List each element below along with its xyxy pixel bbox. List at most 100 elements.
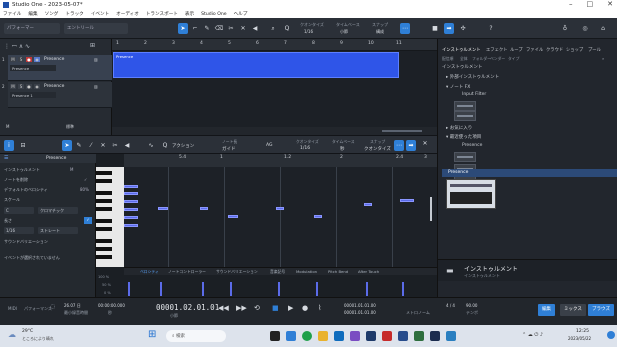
editor-snap-toggle-icon[interactable]: ⋯ xyxy=(394,140,404,151)
metronome-label[interactable]: メトロノーム xyxy=(406,310,430,316)
velocity-bar[interactable] xyxy=(128,282,130,296)
menu-edit[interactable]: 編集 xyxy=(28,11,37,17)
mute-tool-icon[interactable]: ✕ xyxy=(238,23,248,34)
mail-icon[interactable] xyxy=(334,331,344,341)
midi-note[interactable] xyxy=(158,207,168,210)
ag-toggle[interactable]: AG xyxy=(266,143,273,148)
split-tool-icon[interactable]: ✂ xyxy=(226,23,236,34)
punch-icon[interactable]: ⌇ xyxy=(318,304,321,312)
velocity-bar[interactable] xyxy=(278,282,280,296)
editor-listen-icon[interactable]: ◀ xyxy=(122,140,132,151)
inspector-toggle-icon[interactable]: i xyxy=(4,140,14,151)
folder-app-icon[interactable] xyxy=(318,331,328,341)
velocity-bar[interactable] xyxy=(230,282,232,296)
midi-note[interactable] xyxy=(124,192,138,195)
clock-time[interactable]: 12:25 xyxy=(576,329,589,334)
editor-paint-tool-icon[interactable]: ⁄ xyxy=(86,140,96,151)
lane-tab-pitch-bend[interactable]: Pitch Bend xyxy=(328,269,348,274)
browser-tab-loops[interactable]: ループ xyxy=(510,47,523,53)
entry-tool-field[interactable]: エントリール xyxy=(64,23,128,34)
browser-sort-distribution[interactable]: 配信順 xyxy=(442,56,453,62)
stop-transport-icon[interactable]: ■ xyxy=(272,304,279,312)
add-track-icon[interactable]: ⊞ xyxy=(90,42,95,49)
performer-field[interactable]: パフォーマー xyxy=(4,23,60,34)
velocity-bar[interactable] xyxy=(160,282,162,296)
browser-tab-files[interactable]: ファイル xyxy=(526,47,543,53)
tree-external-instruments[interactable]: ▸ 外部インストゥルメント xyxy=(446,74,499,80)
record-transport-icon[interactable]: ● xyxy=(302,304,308,312)
piano-keyboard[interactable] xyxy=(96,167,124,267)
inspector-instrument-value[interactable]: M xyxy=(70,167,73,172)
arrange-scrollbar[interactable] xyxy=(112,127,437,135)
length-select[interactable]: 1/16 xyxy=(4,227,34,234)
midi-note[interactable] xyxy=(124,224,138,227)
tree-note-fx[interactable]: ▾ ノート FX xyxy=(446,84,470,90)
browser-sort-folder[interactable]: フォルダー xyxy=(472,56,491,62)
editor-eraser-icon[interactable]: ✕ xyxy=(98,140,108,151)
editor-snap-value[interactable]: クオンタイズ xyxy=(364,146,391,152)
plugin-thumbnail[interactable] xyxy=(454,101,476,111)
menu-help[interactable]: ヘルプ xyxy=(234,11,248,17)
arrange-ruler[interactable]: 1 2 3 4 5 6 7 8 9 10 11 xyxy=(112,39,437,51)
lane-tab-modulation[interactable]: Modulation xyxy=(296,269,317,274)
monitor-button[interactable]: ◉ xyxy=(34,84,40,89)
browser-search-icon[interactable]: ⌕ xyxy=(602,56,604,61)
solo-button[interactable]: S xyxy=(18,57,24,62)
plugin-thumbnail[interactable] xyxy=(454,152,476,162)
menu-track[interactable]: トラック xyxy=(65,11,83,17)
mix-page-button[interactable]: ミックス xyxy=(560,304,586,316)
weather-desc[interactable]: ところにより晴れ xyxy=(22,336,54,342)
app-icon[interactable] xyxy=(382,331,392,341)
edit-page-button[interactable]: 編集 xyxy=(538,304,555,316)
monitor-button[interactable]: ◉ xyxy=(34,57,40,62)
velocity-bar[interactable] xyxy=(366,282,368,296)
chrome-icon[interactable] xyxy=(302,331,312,341)
arrow-tool-icon[interactable]: ➤ xyxy=(178,23,188,34)
velocity-bar[interactable] xyxy=(316,282,318,296)
app-icon[interactable] xyxy=(398,331,408,341)
notification-icon[interactable] xyxy=(607,331,615,339)
inspector-velocity-value[interactable]: 80% xyxy=(80,187,89,192)
midi-note[interactable] xyxy=(364,203,372,206)
auto-quantize-icon[interactable]: Q xyxy=(282,23,292,34)
presence-preview-row[interactable]: Presence xyxy=(442,169,617,177)
position-display[interactable]: 00001.02.01.01 xyxy=(156,303,219,312)
velocity-bar[interactable] xyxy=(202,282,204,296)
editor-split-icon[interactable]: ✂ xyxy=(110,140,120,151)
tree-input-filter[interactable]: Input Filter xyxy=(462,92,486,97)
plugin-thumbnail[interactable] xyxy=(454,111,476,121)
track-tools-icons[interactable]: ⋮ ꟷ ∧ ∿ xyxy=(4,42,30,50)
help-icon[interactable]: ? xyxy=(486,23,496,34)
midi-note[interactable] xyxy=(228,215,238,218)
timebase-value[interactable]: 小節 xyxy=(340,29,348,35)
eraser-tool-icon[interactable]: ⌫ xyxy=(214,23,224,34)
track-name[interactable]: Presence xyxy=(44,57,64,62)
note-length-value[interactable]: ガイド xyxy=(222,146,236,152)
editor-curve-icon[interactable]: ∿ xyxy=(146,140,156,151)
follow-icon[interactable]: ➡ xyxy=(444,23,454,34)
menu-file[interactable]: ファイル xyxy=(3,11,21,17)
snap-value[interactable]: 構成 xyxy=(376,29,384,35)
listen-tool-icon[interactable]: ◀ xyxy=(250,23,260,34)
midi-note[interactable] xyxy=(276,207,284,210)
time-signature[interactable]: 4 / 4 xyxy=(446,303,455,308)
inspector-menu-icon[interactable]: ☰ xyxy=(4,155,8,161)
straight-select[interactable]: ストレート xyxy=(38,227,78,234)
editor-grid-icon[interactable]: ⊟ xyxy=(18,140,28,151)
scale-key-select[interactable]: C xyxy=(4,207,34,214)
length-toggle-icon[interactable]: ✓ xyxy=(84,217,92,224)
stop-icon[interactable]: ■ xyxy=(430,23,440,34)
menu-audio[interactable]: オーディオ xyxy=(116,11,139,17)
home-icon[interactable]: ⌂ xyxy=(598,23,608,34)
arrange-footer-m[interactable]: M xyxy=(6,124,9,129)
tempo-value[interactable]: 90.00 xyxy=(466,303,477,308)
user-icon[interactable]: ♁ xyxy=(560,23,570,34)
close-button[interactable]: ✕ xyxy=(607,0,613,8)
browser-sort-type[interactable]: タイプ xyxy=(508,56,519,62)
browser-tab-instruments[interactable]: インストゥルメント xyxy=(442,47,481,53)
editor-quantize-value[interactable]: 1/16 xyxy=(300,146,310,151)
midi-note[interactable] xyxy=(124,185,138,188)
browser-sort-all[interactable]: 全体 xyxy=(460,56,468,62)
app-icon[interactable] xyxy=(366,331,376,341)
browse-page-button[interactable]: ブラウズ xyxy=(588,304,614,316)
